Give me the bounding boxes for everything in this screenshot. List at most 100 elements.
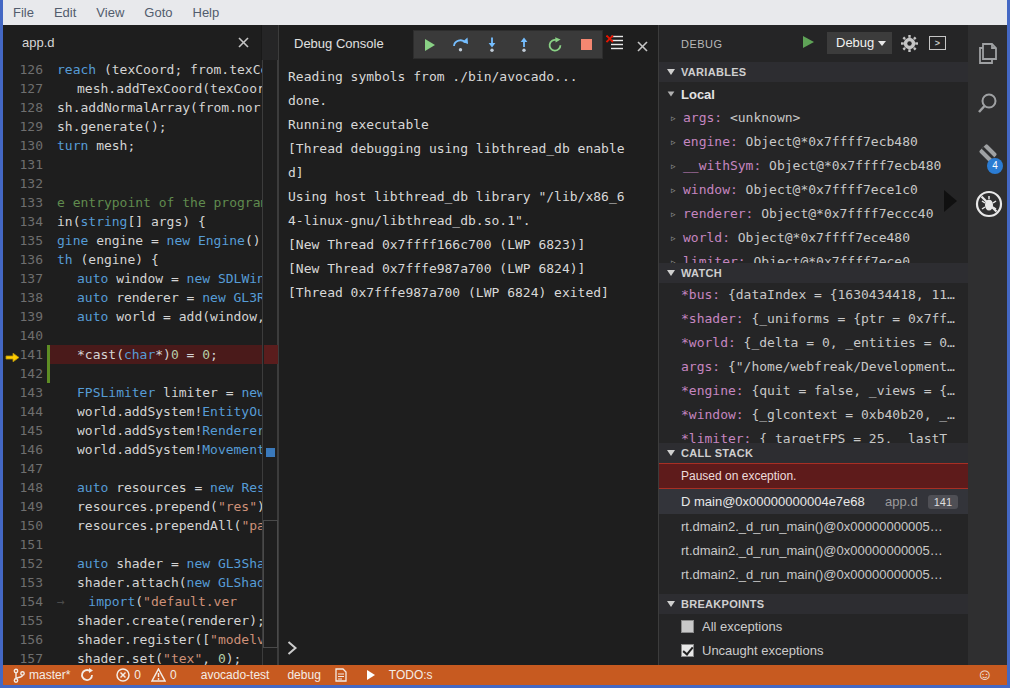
variable-row[interactable]: ▹world: Object@*0x7ffff7ece480 (659, 226, 968, 250)
code-line-150[interactable]: 150resources.prependAll("pa (3, 516, 262, 535)
git-branch-item[interactable]: master* (7, 665, 75, 685)
watch-row[interactable]: *limiter: {_targetFPS = 25, _lastT (659, 427, 968, 443)
code-line-156[interactable]: 156shader.register(["modelv (3, 630, 262, 649)
feedback-smiley[interactable]: ☺ (977, 666, 1007, 684)
code-line-128[interactable]: 128sh.addNormalArray(from.nor (3, 98, 262, 117)
code-line-134[interactable]: 134in(string[] args) { (3, 212, 262, 231)
line-number[interactable]: 138 (3, 288, 43, 307)
section-call-stack[interactable]: CALL STACK (659, 443, 968, 463)
mode-item[interactable]: debug (282, 665, 325, 685)
code-line-145[interactable]: 145world.addSystem!Renderer (3, 421, 262, 440)
sync-button[interactable] (75, 665, 103, 685)
code-line-139[interactable]: 139auto world = add(window, (3, 307, 262, 326)
line-number[interactable]: 137 (3, 269, 43, 288)
code-line-130[interactable]: 130turn mesh; (3, 136, 262, 155)
variable-row[interactable]: ▹window: Object@*0x7ffff7ece1c0 (659, 178, 968, 202)
code-line-132[interactable]: 132 (3, 174, 262, 193)
code-line-131[interactable]: 131 (3, 155, 262, 174)
breakpoint-row[interactable]: All exceptions (659, 614, 968, 638)
code-line-149[interactable]: 149resources.prepend("res") (3, 497, 262, 516)
line-number[interactable]: 133 (3, 193, 43, 212)
variable-row[interactable]: ▹limiter: Object@*0x7ffff7ece0 (659, 250, 968, 263)
checkbox-checked[interactable] (681, 644, 694, 657)
expand-icon[interactable]: ▹ (671, 226, 676, 250)
code-line-129[interactable]: 129sh.generate(); (3, 117, 262, 136)
line-number[interactable]: 142 (3, 364, 43, 383)
open-console-icon[interactable]: > (929, 36, 946, 50)
scope-local[interactable]: Local (659, 82, 968, 106)
line-number[interactable]: 153 (3, 573, 43, 592)
editor-pane[interactable]: app.d 126reach (texCoord; from.texCo127m… (3, 25, 278, 665)
expand-icon[interactable]: ▹ (671, 178, 676, 202)
clear-console-icon[interactable] (606, 35, 624, 53)
call-stack-frame[interactable]: D main@0x00000000004e7e68app.d141 (659, 489, 968, 514)
errors-item[interactable]: 0 (111, 665, 146, 685)
line-number[interactable]: 130 (3, 136, 43, 155)
section-breakpoints[interactable]: BREAKPOINTS (659, 594, 968, 614)
panel-close-icon[interactable] (637, 38, 648, 56)
code-line-138[interactable]: 138auto renderer = new GL3Ren (3, 288, 262, 307)
menu-goto[interactable]: Goto (134, 0, 182, 25)
menu-edit[interactable]: Edit (44, 0, 86, 25)
tab-app-d[interactable]: app.d (3, 25, 262, 60)
line-number[interactable]: 147 (3, 459, 43, 478)
configure-gear-icon[interactable] (901, 35, 918, 56)
call-stack-frame[interactable]: rt.dmain2._d_run_main()@0x00000000005… (659, 538, 968, 562)
run-todo-button[interactable] (362, 665, 380, 685)
code-line-137[interactable]: 137auto window = new SDLWind (3, 269, 262, 288)
checkbox-unchecked[interactable] (681, 620, 694, 633)
line-number[interactable]: 140 (3, 326, 43, 345)
code-line-147[interactable]: 147 (3, 459, 262, 478)
line-number[interactable]: 129 (3, 117, 43, 136)
expand-icon[interactable]: ▹ (671, 130, 676, 154)
line-number[interactable]: 139 (3, 307, 43, 326)
line-number[interactable]: 143 (3, 383, 43, 402)
expand-icon[interactable]: ▹ (671, 154, 676, 178)
section-watch[interactable]: WATCH (659, 263, 968, 283)
line-number[interactable]: 135 (3, 231, 43, 250)
code-line-144[interactable]: 144world.addSystem!EntityOu (3, 402, 262, 421)
line-number[interactable]: 132 (3, 174, 43, 193)
line-number[interactable]: 156 (3, 630, 43, 649)
code-line-126[interactable]: 126reach (texCoord; from.texCo (3, 60, 262, 79)
restart-button[interactable] (546, 36, 564, 54)
code-line-155[interactable]: 155shader.create(renderer); (3, 611, 262, 630)
code-line-152[interactable]: 152auto shader = new GL3Sha (3, 554, 262, 573)
code-line-151[interactable]: 151 (3, 535, 262, 554)
continue-button[interactable] (421, 36, 439, 54)
task-item[interactable]: avocado-test (196, 665, 275, 685)
code-line-153[interactable]: 153shader.attach(new GLShad (3, 573, 262, 592)
watch-row[interactable]: *shader: {_uniforms = {ptr = 0x7ff… (659, 307, 968, 331)
line-number[interactable]: 151 (3, 535, 43, 554)
line-number[interactable]: 149 (3, 497, 43, 516)
code-line-148[interactable]: 148auto resources = new Res (3, 478, 262, 497)
stop-button[interactable] (577, 36, 595, 54)
watch-row[interactable]: *world: {_delta = 0, _entities = 0… (659, 331, 968, 355)
code-line-146[interactable]: 146world.addSystem!Movement (3, 440, 262, 459)
variable-row[interactable]: ▹__withSym: Object@*0x7ffff7ecb480 (659, 154, 968, 178)
scrollbar-slider[interactable] (263, 520, 278, 648)
step-into-button[interactable] (483, 36, 501, 54)
watch-row[interactable]: *engine: {quit = false, _views = {… (659, 379, 968, 403)
warnings-item[interactable]: 0 (146, 665, 182, 685)
line-number[interactable]: 126 (3, 60, 43, 79)
todo-file-button[interactable] (330, 665, 356, 685)
call-stack-frame[interactable]: rt.dmain2._d_run_main()@0x00000000005… (659, 514, 968, 538)
step-out-button[interactable] (515, 36, 533, 54)
debug-config-select[interactable]: Debug (827, 32, 892, 54)
menu-help[interactable]: Help (183, 0, 230, 25)
debug-icon[interactable] (975, 190, 1001, 216)
line-number[interactable]: 145 (3, 421, 43, 440)
code-line-141[interactable]: 141*cast(char*)0 = 0; (3, 345, 262, 364)
section-variables[interactable]: VARIABLES (659, 62, 968, 82)
explorer-icon[interactable] (975, 40, 1001, 66)
line-number[interactable]: 157 (3, 649, 43, 665)
code-line-142[interactable]: 142 (3, 364, 262, 383)
expand-icon[interactable]: ▹ (671, 202, 676, 226)
watch-row[interactable]: *window: {_glcontext = 0xb40b20, _… (659, 403, 968, 427)
line-number[interactable]: 152 (3, 554, 43, 573)
code-line-143[interactable]: 143FPSLimiter limiter = new (3, 383, 262, 402)
line-number[interactable]: 136 (3, 250, 43, 269)
menu-file[interactable]: File (3, 0, 44, 25)
line-number[interactable]: 144 (3, 402, 43, 421)
